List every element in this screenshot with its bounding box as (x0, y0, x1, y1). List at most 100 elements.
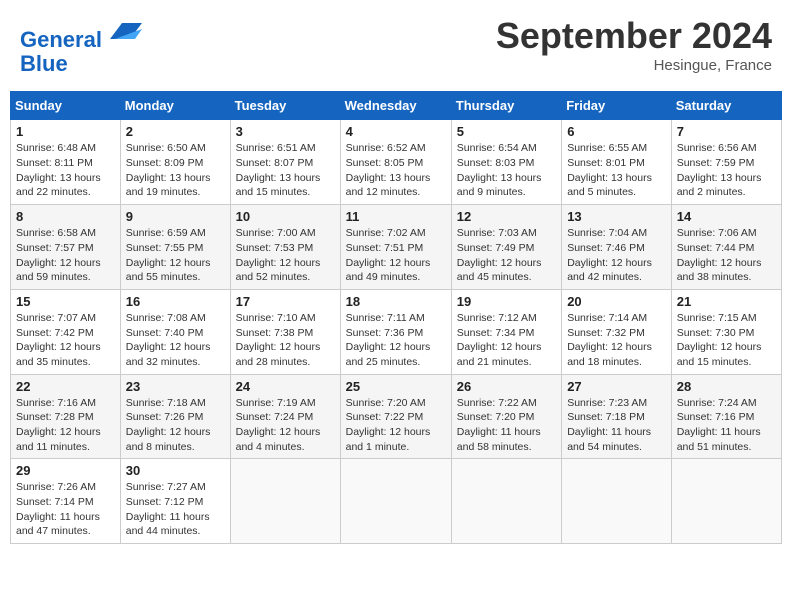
day-info: Sunrise: 7:20 AMSunset: 7:22 PMDaylight:… (346, 396, 446, 455)
day-number: 18 (346, 294, 446, 309)
table-row: 19 Sunrise: 7:12 AMSunset: 7:34 PMDayligh… (451, 289, 561, 374)
table-row (340, 459, 451, 544)
day-number: 19 (457, 294, 556, 309)
calendar-week-4: 22Sunrise: 7:16 AMSunset: 7:28 PMDayligh… (11, 374, 782, 459)
calendar-header-row: Sunday Monday Tuesday Wednesday Thursday… (11, 92, 782, 120)
table-row (451, 459, 561, 544)
day-number: 9 (126, 209, 225, 224)
table-row: 17 Sunrise: 7:10 AMSunset: 7:38 PMDayligh… (230, 289, 340, 374)
table-row: 8 Sunrise: 6:58 AMSunset: 7:57 PMDaylight… (11, 205, 121, 290)
table-row: 13 Sunrise: 7:04 AMSunset: 7:46 PMDayligh… (562, 205, 672, 290)
table-row: 24 Sunrise: 7:19 AMSunset: 7:24 PMDayligh… (230, 374, 340, 459)
day-info: Sunrise: 6:50 AMSunset: 8:09 PMDaylight:… (126, 141, 225, 200)
table-row: 27Sunrise: 7:23 AMSunset: 7:18 PMDayligh… (562, 374, 672, 459)
table-row: 30 Sunrise: 7:27 AMSunset: 7:12 PMDayligh… (120, 459, 230, 544)
day-number: 21 (677, 294, 776, 309)
logo-icon (110, 15, 142, 47)
day-number: 28 (677, 379, 776, 394)
day-info: Sunrise: 7:07 AMSunset: 7:42 PMDaylight:… (16, 311, 115, 370)
table-row: 12Sunrise: 7:03 AMSunset: 7:49 PMDayligh… (451, 205, 561, 290)
day-info: Sunrise: 7:06 AMSunset: 7:44 PMDaylight:… (677, 226, 776, 285)
col-friday: Friday (562, 92, 672, 120)
day-number: 6 (567, 124, 666, 139)
day-number: 29 (16, 463, 115, 478)
table-row (671, 459, 781, 544)
day-number: 5 (457, 124, 556, 139)
col-monday: Monday (120, 92, 230, 120)
day-info: Sunrise: 6:54 AMSunset: 8:03 PMDaylight:… (457, 141, 556, 200)
day-info: Sunrise: 6:51 AMSunset: 8:07 PMDaylight:… (236, 141, 335, 200)
day-info: Sunrise: 7:19 AMSunset: 7:24 PMDaylight:… (236, 396, 335, 455)
calendar-table: Sunday Monday Tuesday Wednesday Thursday… (10, 91, 782, 544)
day-info: Sunrise: 7:10 AMSunset: 7:38 PMDaylight:… (236, 311, 335, 370)
logo: General Blue (20, 15, 142, 76)
day-number: 3 (236, 124, 335, 139)
col-sunday: Sunday (11, 92, 121, 120)
day-info: Sunrise: 7:04 AMSunset: 7:46 PMDaylight:… (567, 226, 666, 285)
table-row: 26 Sunrise: 7:22 AMSunset: 7:20 PMDayligh… (451, 374, 561, 459)
day-info: Sunrise: 7:08 AMSunset: 7:40 PMDaylight:… (126, 311, 225, 370)
day-info: Sunrise: 7:14 AMSunset: 7:32 PMDaylight:… (567, 311, 666, 370)
table-row: 9 Sunrise: 6:59 AMSunset: 7:55 PMDaylight… (120, 205, 230, 290)
day-number: 7 (677, 124, 776, 139)
day-info: Sunrise: 6:59 AMSunset: 7:55 PMDaylight:… (126, 226, 225, 285)
table-row: 11 Sunrise: 7:02 AMSunset: 7:51 PMDayligh… (340, 205, 451, 290)
day-number: 20 (567, 294, 666, 309)
logo-blue: Blue (20, 51, 68, 76)
day-info: Sunrise: 7:22 AMSunset: 7:20 PMDaylight:… (457, 396, 556, 455)
col-tuesday: Tuesday (230, 92, 340, 120)
day-info: Sunrise: 6:58 AMSunset: 7:57 PMDaylight:… (16, 226, 115, 285)
day-info: Sunrise: 7:15 AMSunset: 7:30 PMDaylight:… (677, 311, 776, 370)
table-row: 2 Sunrise: 6:50 AMSunset: 8:09 PMDaylight… (120, 120, 230, 205)
day-number: 17 (236, 294, 335, 309)
day-info: Sunrise: 6:48 AMSunset: 8:11 PMDaylight:… (16, 141, 115, 200)
day-info: Sunrise: 7:23 AMSunset: 7:18 PMDaylight:… (567, 396, 666, 455)
calendar-week-5: 29 Sunrise: 7:26 AMSunset: 7:14 PMDayligh… (11, 459, 782, 544)
day-number: 16 (126, 294, 225, 309)
day-number: 15 (16, 294, 115, 309)
day-info: Sunrise: 6:55 AMSunset: 8:01 PMDaylight:… (567, 141, 666, 200)
table-row: 5 Sunrise: 6:54 AMSunset: 8:03 PMDaylight… (451, 120, 561, 205)
calendar-week-1: 1Sunrise: 6:48 AMSunset: 8:11 PMDaylight… (11, 120, 782, 205)
page-header: General Blue September 2024 Hesingue, Fr… (10, 10, 782, 81)
table-row: 18Sunrise: 7:11 AMSunset: 7:36 PMDayligh… (340, 289, 451, 374)
calendar-week-2: 8 Sunrise: 6:58 AMSunset: 7:57 PMDaylight… (11, 205, 782, 290)
title-block: September 2024 Hesingue, France (496, 15, 772, 74)
day-info: Sunrise: 7:18 AMSunset: 7:26 PMDaylight:… (126, 396, 225, 455)
table-row: 22Sunrise: 7:16 AMSunset: 7:28 PMDayligh… (11, 374, 121, 459)
day-info: Sunrise: 7:27 AMSunset: 7:12 PMDaylight:… (126, 480, 225, 539)
logo-general: General (20, 27, 102, 52)
table-row: 29 Sunrise: 7:26 AMSunset: 7:14 PMDayligh… (11, 459, 121, 544)
day-info: Sunrise: 7:00 AMSunset: 7:53 PMDaylight:… (236, 226, 335, 285)
table-row: 4Sunrise: 6:52 AMSunset: 8:05 PMDaylight… (340, 120, 451, 205)
day-number: 11 (346, 209, 446, 224)
table-row: 10 Sunrise: 7:00 AMSunset: 7:53 PMDayligh… (230, 205, 340, 290)
table-row: 6 Sunrise: 6:55 AMSunset: 8:01 PMDaylight… (562, 120, 672, 205)
table-row: 20 Sunrise: 7:14 AMSunset: 7:32 PMDayligh… (562, 289, 672, 374)
calendar-week-3: 15 Sunrise: 7:07 AMSunset: 7:42 PMDayligh… (11, 289, 782, 374)
table-row: 7Sunrise: 6:56 AMSunset: 7:59 PMDaylight… (671, 120, 781, 205)
day-number: 24 (236, 379, 335, 394)
table-row: 15 Sunrise: 7:07 AMSunset: 7:42 PMDayligh… (11, 289, 121, 374)
day-info: Sunrise: 7:12 AMSunset: 7:34 PMDaylight:… (457, 311, 556, 370)
day-info: Sunrise: 7:26 AMSunset: 7:14 PMDaylight:… (16, 480, 115, 539)
day-info: Sunrise: 7:24 AMSunset: 7:16 PMDaylight:… (677, 396, 776, 455)
day-number: 25 (346, 379, 446, 394)
day-number: 4 (346, 124, 446, 139)
day-number: 30 (126, 463, 225, 478)
table-row (562, 459, 672, 544)
day-number: 13 (567, 209, 666, 224)
day-number: 10 (236, 209, 335, 224)
day-info: Sunrise: 7:03 AMSunset: 7:49 PMDaylight:… (457, 226, 556, 285)
day-number: 23 (126, 379, 225, 394)
table-row: 23 Sunrise: 7:18 AMSunset: 7:26 PMDayligh… (120, 374, 230, 459)
day-info: Sunrise: 7:02 AMSunset: 7:51 PMDaylight:… (346, 226, 446, 285)
month-title: September 2024 (496, 15, 772, 57)
location: Hesingue, France (496, 57, 772, 74)
table-row: 14Sunrise: 7:06 AMSunset: 7:44 PMDayligh… (671, 205, 781, 290)
table-row: 3 Sunrise: 6:51 AMSunset: 8:07 PMDaylight… (230, 120, 340, 205)
day-number: 2 (126, 124, 225, 139)
day-number: 26 (457, 379, 556, 394)
day-number: 8 (16, 209, 115, 224)
day-info: Sunrise: 7:16 AMSunset: 7:28 PMDaylight:… (16, 396, 115, 455)
